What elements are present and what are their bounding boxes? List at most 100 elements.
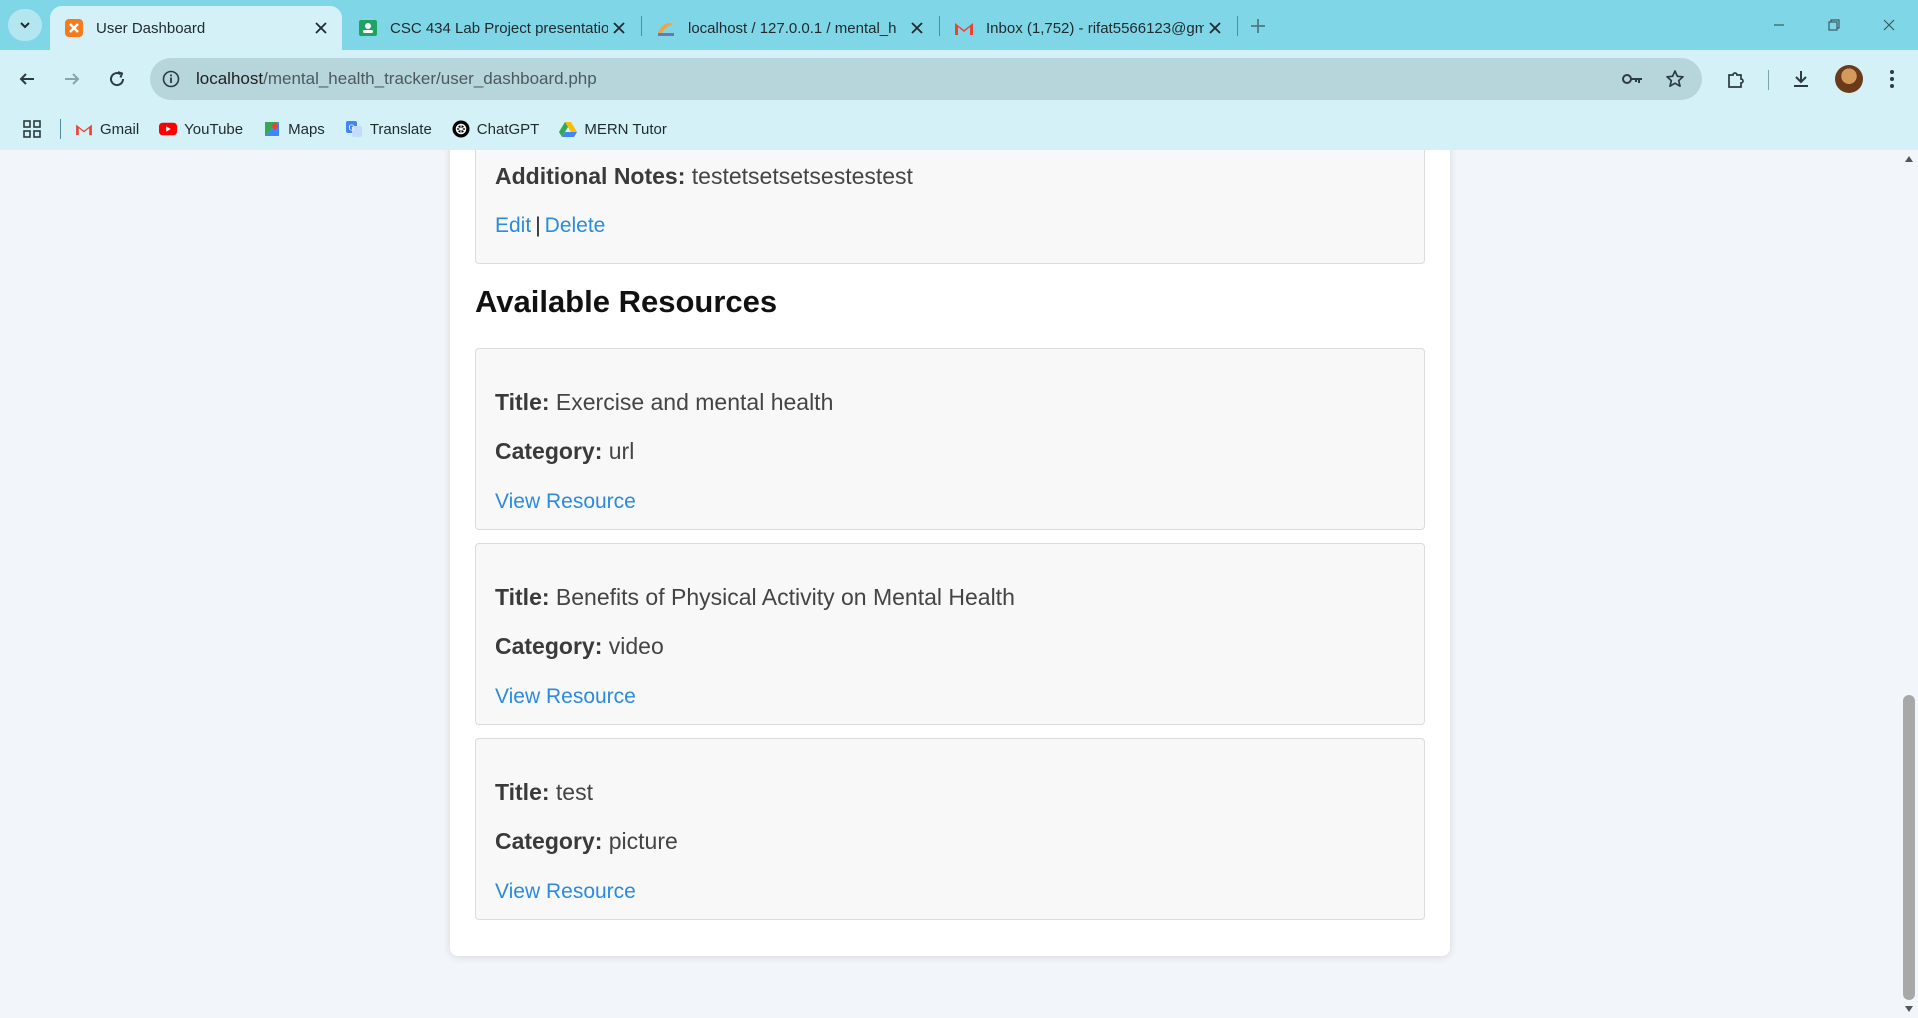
title-label: Title: [495,779,550,805]
tab-title: User Dashboard [96,19,206,37]
profile-avatar[interactable] [1835,65,1863,93]
resource-title: Benefits of Physical Activity on Mental … [555,584,1015,610]
bookmark-translate[interactable]: G Translate [345,120,432,138]
bookmark-label: Gmail [100,120,140,138]
tab-phpmyadmin[interactable]: localhost / 127.0.0.1 / mental_h [642,6,938,50]
resource-category: picture [608,828,678,854]
resource-card: Title: test Category: picture View Resou… [475,738,1425,920]
scroll-up-arrow-icon[interactable] [1905,156,1913,162]
resource-title-row: Title: Benefits of Physical Activity on … [495,584,1015,611]
category-label: Category: [495,438,603,464]
tab-user-dashboard[interactable]: User Dashboard [50,6,342,50]
chatgpt-icon [452,120,470,138]
tab-title: localhost / 127.0.0.1 / mental_h [688,19,897,37]
google-classroom-icon [358,18,378,38]
resource-category-row: Category: url [495,438,634,465]
restore-icon [1828,19,1840,31]
address-bar[interactable]: localhost/mental_health_tracker/user_das… [150,58,1702,100]
site-info-button[interactable] [156,64,186,94]
gmail-icon [75,120,93,138]
resource-category: video [608,633,664,659]
delete-link[interactable]: Delete [545,214,606,237]
forward-button[interactable] [56,63,88,95]
close-icon [1883,19,1895,31]
bookmark-chatgpt[interactable]: ChatGPT [452,120,539,138]
category-label: Category: [495,828,603,854]
url-host: localhost [196,69,264,88]
page-scrollbar[interactable] [1900,150,1918,1018]
resource-link-row: View Resource [495,682,636,709]
minimize-button[interactable] [1756,10,1802,40]
bookmarks-bar: Gmail YouTube Maps G Translate ChatGPT M… [0,108,1918,150]
url-path: /mental_health_tracker/user_dashboard.ph… [263,69,597,88]
notes-label: Additional Notes: [495,163,686,189]
tab-csc-434[interactable]: CSC 434 Lab Project presentatio [344,6,640,50]
tab-gmail-inbox[interactable]: Inbox (1,752) - rifat5566123@gm [940,6,1236,50]
resource-card: Title: Benefits of Physical Activity on … [475,543,1425,725]
page-viewport: Additional Notes: testetsetsetsestestest… [0,150,1900,1018]
tab-search-button[interactable] [8,9,42,41]
resource-title-row: Title: Exercise and mental health [495,389,833,416]
reload-button[interactable] [101,63,133,95]
svg-text:G: G [348,124,354,133]
extensions-button[interactable] [1720,63,1752,95]
translate-icon: G [345,120,363,138]
browser-toolbar: localhost/mental_health_tracker/user_das… [0,50,1918,108]
bookmark-gmail[interactable]: Gmail [75,120,139,138]
resource-title: test [555,779,593,805]
view-resource-link[interactable]: View Resource [495,880,636,903]
password-key-icon[interactable] [1618,64,1648,94]
tab-title: Inbox (1,752) - rifat5566123@gm [986,19,1204,37]
new-tab-button[interactable] [1244,12,1272,40]
resource-card: Title: Exercise and mental health Catego… [475,348,1425,530]
resource-category-row: Category: picture [495,828,678,855]
view-resource-link[interactable]: View Resource [495,490,636,513]
resource-title-row: Title: test [495,779,593,806]
bookmark-label: YouTube [184,120,244,138]
resource-title: Exercise and mental health [555,389,834,415]
download-icon [1794,71,1808,87]
edit-link[interactable]: Edit [495,214,531,237]
resources-heading: Available Resources [475,284,778,319]
maps-icon [263,120,281,138]
youtube-icon [159,120,178,138]
browser-menu-button[interactable] [1876,63,1908,95]
apps-grid-icon[interactable] [20,117,44,141]
scrollbar-thumb[interactable] [1903,695,1915,1000]
kebab-menu-icon [1890,70,1894,88]
bookmarks-separator [60,119,61,139]
close-tab-icon[interactable] [906,17,928,39]
action-separator: | [535,214,541,237]
resource-link-row: View Resource [495,877,636,904]
back-button[interactable] [11,63,43,95]
info-icon [162,70,180,88]
close-tab-icon[interactable] [608,17,630,39]
drive-icon [559,120,578,138]
bookmark-label: Maps [288,120,325,138]
restore-button[interactable] [1811,10,1857,40]
resource-category-row: Category: video [495,633,664,660]
xampp-icon [64,18,84,38]
scroll-down-arrow-icon[interactable] [1905,1006,1913,1012]
bookmark-star-icon[interactable] [1660,64,1690,94]
notes-value: testetsetsetsestestest [691,163,913,189]
bookmark-mern-tutor[interactable]: MERN Tutor [559,120,667,138]
tab-separator [1237,16,1238,36]
url-text[interactable]: localhost/mental_health_tracker/user_das… [196,69,597,89]
bookmark-maps[interactable]: Maps [263,120,325,138]
view-resource-link[interactable]: View Resource [495,685,636,708]
notes-row: Additional Notes: testetsetsetsestestest [495,163,913,190]
close-window-button[interactable] [1866,10,1912,40]
gmail-icon [954,18,974,38]
bookmark-youtube[interactable]: YouTube [159,120,243,138]
bookmark-label: MERN Tutor [584,120,667,138]
close-tab-icon[interactable] [1204,17,1226,39]
downloads-button[interactable] [1785,63,1817,95]
puzzle-icon [1728,72,1744,88]
category-label: Category: [495,633,603,659]
tab-title: CSC 434 Lab Project presentatio [390,19,608,37]
mood-entry-card: Additional Notes: testetsetsetsestestest… [475,150,1425,264]
close-tab-icon[interactable] [310,17,332,39]
phpmyadmin-icon [656,18,676,38]
entry-actions: Edit | Delete [495,211,605,238]
